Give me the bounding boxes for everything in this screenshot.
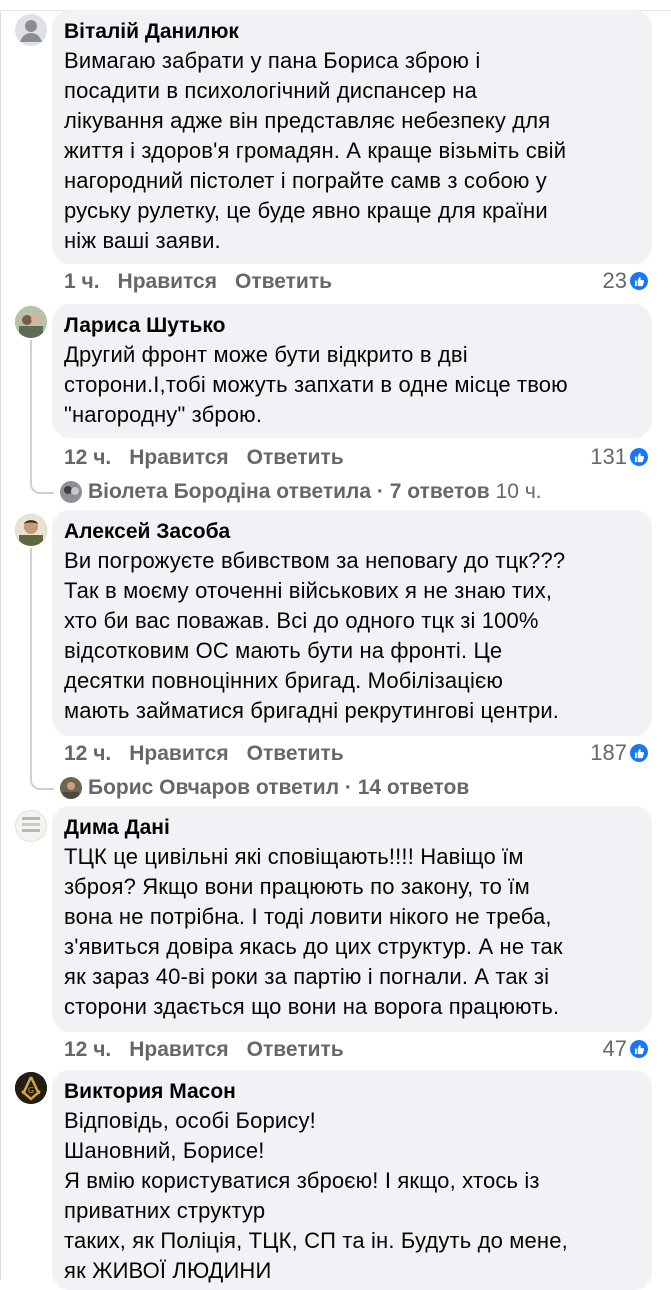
avatar[interactable] bbox=[15, 810, 47, 842]
profile-photo-icon bbox=[15, 306, 47, 338]
reaction-count[interactable]: 131 bbox=[590, 444, 649, 470]
comment-bubble: Лариса Шутько Другий фронт може бути від… bbox=[52, 304, 652, 438]
comment-time[interactable]: 12 ч. bbox=[64, 1038, 111, 1062]
comment-actions: 12 ч. Нравится Ответить bbox=[64, 740, 362, 768]
like-button[interactable]: Нравится bbox=[129, 1038, 228, 1062]
comment-time[interactable]: 12 ч. bbox=[64, 446, 111, 470]
comment-author[interactable]: Виктория Масон bbox=[64, 1078, 640, 1106]
comment-actions: 12 ч. Нравится Ответить bbox=[64, 1036, 362, 1064]
comment-actions: 12 ч. Нравится Ответить bbox=[64, 444, 362, 472]
comment-author[interactable]: Дима Дані bbox=[64, 814, 640, 842]
comment-bubble: Виктория Масон Відповідь, особі Борису! … bbox=[52, 1070, 652, 1290]
reply-button[interactable]: Ответить bbox=[235, 270, 332, 294]
comment-bubble: Дима Дані ТЦК це цивільні які сповіщають… bbox=[52, 806, 652, 1032]
profile-photo-icon bbox=[16, 811, 46, 841]
comment-text: Вимагаю забрати у пана Бориса зброю і по… bbox=[64, 48, 567, 253]
reply-avatar bbox=[60, 777, 82, 799]
reply-avatar bbox=[60, 481, 82, 503]
comment-author[interactable]: Алексей Засоба bbox=[64, 518, 640, 546]
masonic-emblem-icon: G bbox=[15, 1072, 47, 1104]
thumbs-up-icon bbox=[629, 271, 649, 291]
comment-actions: 1 ч. Нравится Ответить bbox=[64, 268, 350, 296]
view-replies-link[interactable]: Віолета Бородіна ответила · 7 ответов 10… bbox=[60, 478, 542, 506]
comment-bubble: Віталій Данилюк Вимагаю забрати у пана Б… bbox=[52, 10, 652, 264]
comment-text: Ви погрожуєте вбивством за неповагу до т… bbox=[64, 548, 566, 723]
profile-photo-icon bbox=[15, 514, 47, 546]
left-border bbox=[0, 0, 1, 1280]
comment-author[interactable]: Лариса Шутько bbox=[64, 312, 640, 340]
avatar[interactable] bbox=[15, 14, 47, 46]
avatar[interactable] bbox=[15, 306, 47, 338]
reply-button[interactable]: Ответить bbox=[247, 1038, 344, 1062]
comment-time[interactable]: 1 ч. bbox=[64, 270, 100, 294]
replies-summary: Борис Овчаров ответил · 14 ответов bbox=[88, 776, 470, 799]
replies-time: 10 ч. bbox=[495, 480, 542, 503]
comment-text: Другий фронт може бути відкрито в дві ст… bbox=[64, 342, 568, 427]
reaction-count-value: 187 bbox=[590, 740, 627, 765]
default-avatar-icon bbox=[20, 20, 42, 42]
comment-time[interactable]: 12 ч. bbox=[64, 742, 111, 766]
reaction-count-value: 23 bbox=[602, 268, 627, 293]
avatar[interactable] bbox=[15, 514, 47, 546]
thread-connector bbox=[30, 340, 54, 494]
reaction-count[interactable]: 23 bbox=[603, 268, 649, 294]
reaction-count-value: 131 bbox=[590, 444, 627, 469]
reply-button[interactable]: Ответить bbox=[247, 446, 344, 470]
like-button[interactable]: Нравится bbox=[129, 446, 228, 470]
comment-author[interactable]: Віталій Данилюк bbox=[64, 18, 640, 46]
reaction-count[interactable]: 47 bbox=[603, 1036, 649, 1062]
thread-connector bbox=[30, 548, 54, 790]
reply-button[interactable]: Ответить bbox=[247, 742, 344, 766]
view-replies-link[interactable]: Борис Овчаров ответил · 14 ответов bbox=[60, 774, 469, 802]
reaction-count[interactable]: 187 bbox=[590, 740, 649, 766]
like-button[interactable]: Нравится bbox=[129, 742, 228, 766]
comment-bubble: Алексей Засоба Ви погрожуєте вбивством з… bbox=[52, 510, 652, 736]
comment-text: Відповідь, особі Борису! Шановний, Борис… bbox=[64, 1108, 568, 1283]
thumbs-up-icon bbox=[629, 447, 649, 467]
like-button[interactable]: Нравится bbox=[118, 270, 217, 294]
thumbs-up-icon bbox=[629, 743, 649, 763]
avatar[interactable]: G bbox=[15, 1072, 47, 1104]
replies-summary: Віолета Бородіна ответила · 7 ответов bbox=[88, 480, 490, 503]
comment-text: ТЦК це цивільні які сповіщають!!!! Навіщ… bbox=[64, 844, 563, 1019]
thumbs-up-icon bbox=[629, 1039, 649, 1059]
reaction-count-value: 47 bbox=[602, 1036, 627, 1061]
svg-text:G: G bbox=[28, 1086, 34, 1095]
